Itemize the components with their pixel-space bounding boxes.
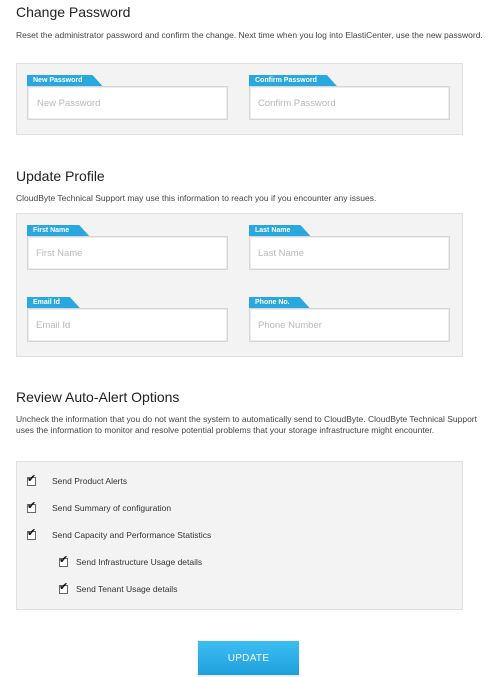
capacity-performance-checkbox[interactable]: ✔ — [27, 526, 37, 540]
option-label: Send Capacity and Performance Statistics — [52, 530, 212, 540]
check-mark-icon: ✔ — [59, 580, 69, 593]
check-mark-icon: ✔ — [59, 553, 69, 566]
first-name-tag: First Name — [27, 225, 89, 236]
last-name-tag: Last Name — [249, 225, 310, 236]
first-name-input[interactable] — [27, 236, 228, 270]
check-mark-icon: ✔ — [27, 472, 37, 485]
product-alerts-checkbox[interactable]: ✔ — [27, 472, 37, 486]
check-mark-icon: ✔ — [27, 526, 37, 539]
option-product-alerts[interactable]: ✔ Send Product Alerts — [27, 472, 128, 488]
auto-alert-panel: ✔ Send Product Alerts ✔ Send Summary of … — [16, 461, 463, 610]
phone-input[interactable] — [249, 308, 450, 342]
option-summary-configuration[interactable]: ✔ Send Summary of configuration — [27, 499, 172, 515]
infrastructure-usage-checkbox[interactable]: ✔ — [59, 553, 69, 567]
new-password-input[interactable] — [27, 86, 228, 120]
update-profile-description: CloudByte Technical Support may use this… — [16, 193, 377, 203]
new-password-tag: New Password — [27, 75, 102, 86]
update-profile-title: Update Profile — [16, 168, 105, 184]
tenant-usage-checkbox[interactable]: ✔ — [59, 580, 69, 594]
option-label: Send Infrastructure Usage details — [76, 557, 203, 567]
email-input[interactable] — [27, 308, 228, 342]
option-tenant-usage[interactable]: ✔ Send Tenant Usage details — [59, 580, 178, 596]
confirm-password-tag: Confirm Password — [249, 75, 337, 86]
last-name-input[interactable] — [249, 236, 450, 270]
change-password-title: Change Password — [16, 4, 131, 20]
option-infrastructure-usage[interactable]: ✔ Send Infrastructure Usage details — [59, 553, 203, 569]
auto-alert-title: Review Auto-Alert Options — [16, 389, 180, 405]
auto-alert-description: Uncheck the information that you do not … — [16, 414, 477, 435]
change-password-description: Reset the administrator password and con… — [16, 30, 483, 40]
option-label: Send Product Alerts — [52, 476, 128, 486]
change-password-panel: New Password Confirm Password — [16, 63, 463, 135]
email-tag: Email Id — [27, 297, 80, 308]
confirm-password-input[interactable] — [249, 86, 450, 120]
check-mark-icon: ✔ — [27, 499, 37, 512]
update-profile-panel: First Name Last Name Email Id Phone No. — [16, 213, 463, 357]
summary-configuration-checkbox[interactable]: ✔ — [27, 499, 37, 513]
option-label: Send Summary of configuration — [52, 503, 172, 513]
update-button[interactable]: UPDATE — [198, 641, 299, 675]
option-label: Send Tenant Usage details — [76, 584, 178, 594]
phone-tag: Phone No. — [249, 297, 310, 308]
option-capacity-performance[interactable]: ✔ Send Capacity and Performance Statisti… — [27, 526, 212, 542]
